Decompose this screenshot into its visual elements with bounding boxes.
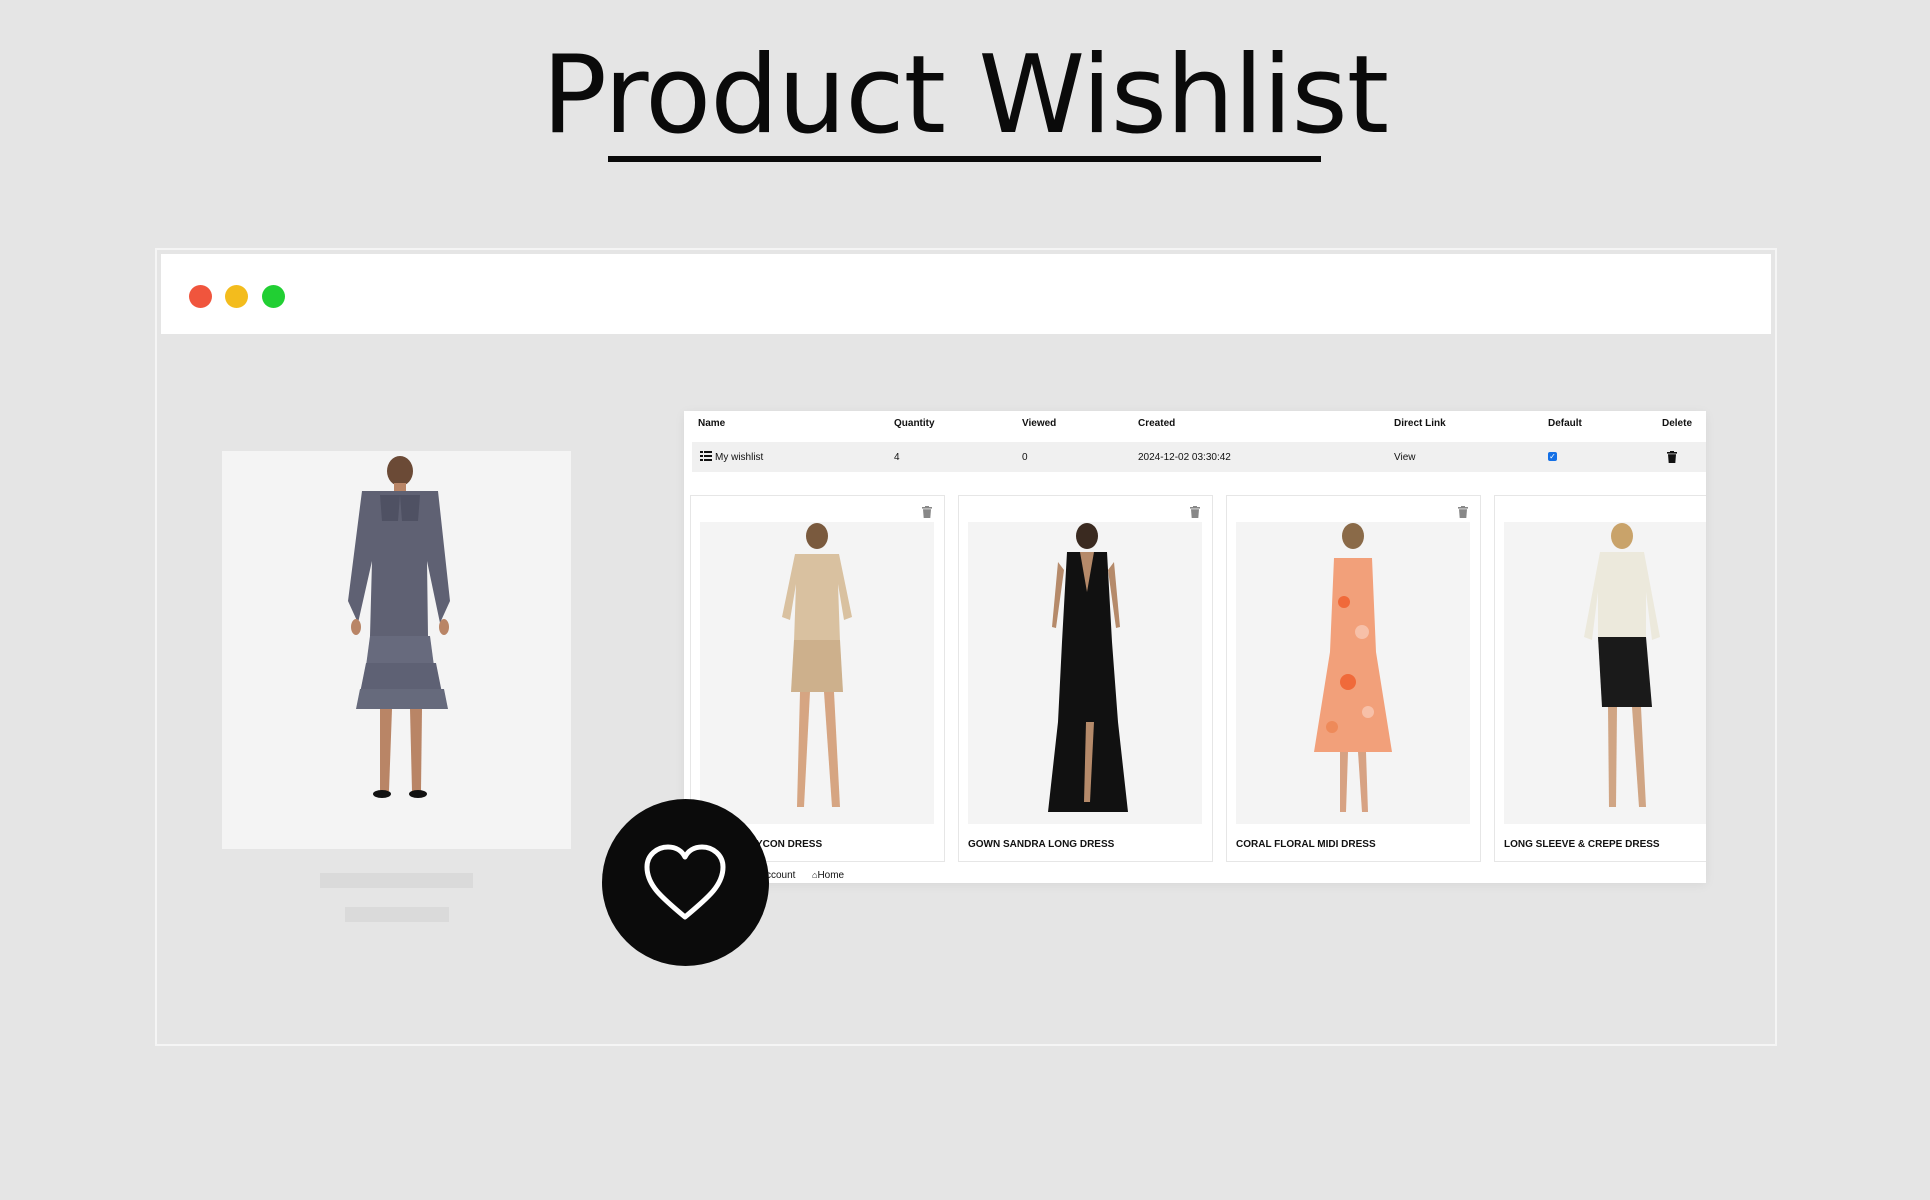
header-name: Name: [698, 418, 726, 429]
header-quantity: Quantity: [894, 418, 935, 429]
remove-item-icon[interactable]: [922, 506, 932, 518]
item-name[interactable]: GOWN SANDRA LONG DRESS: [968, 839, 1114, 850]
wishlist-item-card[interactable]: LONG SLEEVE & CREPE DRESS: [1494, 495, 1706, 862]
product-title-placeholder: [320, 873, 473, 888]
list-icon: [700, 451, 712, 461]
heart-icon: [644, 844, 726, 920]
item-image[interactable]: [1504, 522, 1706, 824]
header-created: Created: [1138, 418, 1176, 429]
header-viewed: Viewed: [1022, 418, 1057, 429]
minimize-window-button[interactable]: [225, 285, 248, 308]
wishlist-viewed: 0: [1022, 452, 1028, 463]
wishlist-panel: Name Quantity Viewed Created Direct Link…: [684, 411, 1706, 883]
wishlist-heart-button[interactable]: [602, 799, 769, 966]
remove-item-icon[interactable]: [1458, 506, 1468, 518]
delete-wishlist-icon[interactable]: [1667, 451, 1677, 463]
wishlist-quantity: 4: [894, 452, 900, 463]
header-delete: Delete: [1662, 418, 1693, 429]
header-default: Default: [1548, 418, 1582, 429]
maximize-window-button[interactable]: [262, 285, 285, 308]
item-name[interactable]: LONG SLEEVE & CREPE DRESS: [1504, 839, 1660, 850]
wishlist-item-card[interactable]: ODYCON DRESS: [690, 495, 945, 862]
item-image[interactable]: [700, 522, 934, 824]
title-underline: [608, 156, 1321, 162]
product-image[interactable]: [222, 451, 571, 849]
wishlist-name-link[interactable]: My wishlist: [715, 452, 763, 463]
item-image[interactable]: [1236, 522, 1470, 824]
home-link-label: Home: [817, 870, 845, 881]
wishlist-view-link[interactable]: View: [1394, 452, 1416, 463]
wishlist-created: 2024-12-02 03:30:42: [1138, 452, 1231, 463]
close-window-button[interactable]: [189, 285, 212, 308]
browser-titlebar: [161, 254, 1771, 334]
header-direct-link: Direct Link: [1394, 418, 1446, 429]
page-title: Product Wishlist: [541, 33, 1389, 158]
account-link[interactable]: ccount: [766, 870, 795, 881]
item-name[interactable]: CORAL FLORAL MIDI DRESS: [1236, 839, 1376, 850]
wishlist-item-card[interactable]: GOWN SANDRA LONG DRESS: [958, 495, 1213, 862]
product-price-placeholder: [345, 907, 449, 922]
default-checkbox[interactable]: ✓: [1548, 452, 1557, 461]
wishlist-item-card[interactable]: CORAL FLORAL MIDI DRESS: [1226, 495, 1481, 862]
remove-item-icon[interactable]: [1190, 506, 1200, 518]
home-link[interactable]: ⌂Home: [812, 870, 844, 881]
item-image[interactable]: [968, 522, 1202, 824]
